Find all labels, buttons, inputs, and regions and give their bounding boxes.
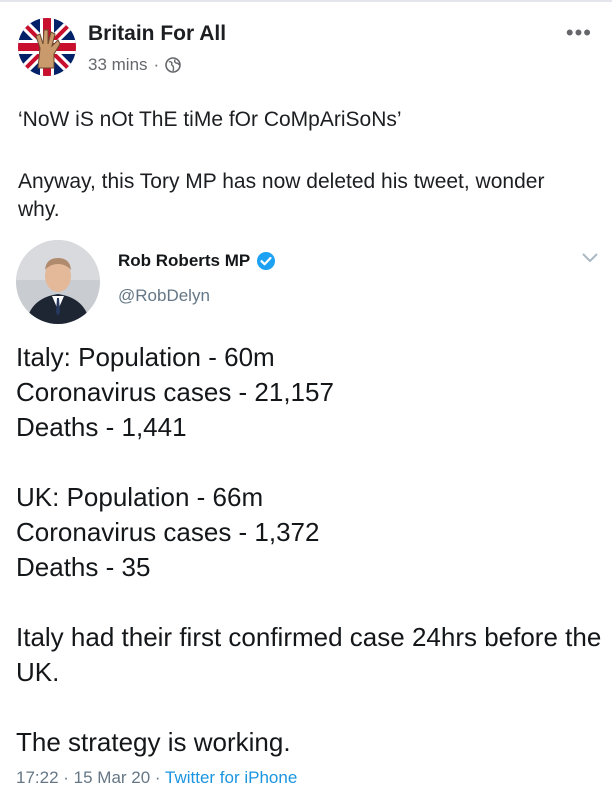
tweet-block-strategy: The strategy is working. [16,727,291,757]
post-text-line2: Anyway, this Tory MP has now deleted his… [18,170,545,221]
tweet-block-italy: Italy: Population - 60m Coronavirus case… [16,340,334,445]
tweet-line: Deaths - 35 [16,552,151,582]
tweet-author-name[interactable]: Rob Roberts MP [118,251,250,271]
tweet-block-first-case: Italy had their first confirmed case 24h… [16,622,602,687]
post-meta: 33 mins · [88,55,182,75]
tweet-line: Coronavirus cases - 21,157 [16,377,334,407]
page-avatar[interactable] [18,18,76,76]
more-options-icon[interactable]: ••• [566,20,592,46]
tweet-block-uk: UK: Population - 66m Coronavirus cases -… [16,480,319,585]
globe-icon [165,57,182,73]
tweet-handle[interactable]: @RobDelyn [118,286,210,306]
tweet-footer: 17:22 · 15 Mar 20 · Twitter for iPhone [16,768,297,788]
meta-separator: · [153,55,160,74]
post-time[interactable]: 33 mins [88,55,148,75]
top-divider [0,0,612,2]
page-name[interactable]: Britain For All [88,22,226,46]
tweet-line: Deaths - 1,441 [16,412,187,442]
chevron-down-icon[interactable] [581,252,599,264]
tweet-line: Italy: Population - 60m [16,342,275,372]
tweet-timestamp[interactable]: 17:22 · 15 Mar 20 · [16,768,165,787]
tweet-source-link[interactable]: Twitter for iPhone [165,768,297,787]
facebook-post: Britain For All 33 mins · ••• ‘NoW iS nO… [0,0,612,802]
verified-badge-icon [257,252,276,270]
post-text-line1: ‘NoW iS nOt ThE tiMe fOr CoMpAriSoNs’ [18,108,402,131]
tweet-line: UK: Population - 66m [16,482,264,512]
tweet-author[interactable]: Rob Roberts MP [118,251,276,271]
tweet-avatar[interactable] [16,240,100,324]
tweet-line: Coronavirus cases - 1,372 [16,517,320,547]
